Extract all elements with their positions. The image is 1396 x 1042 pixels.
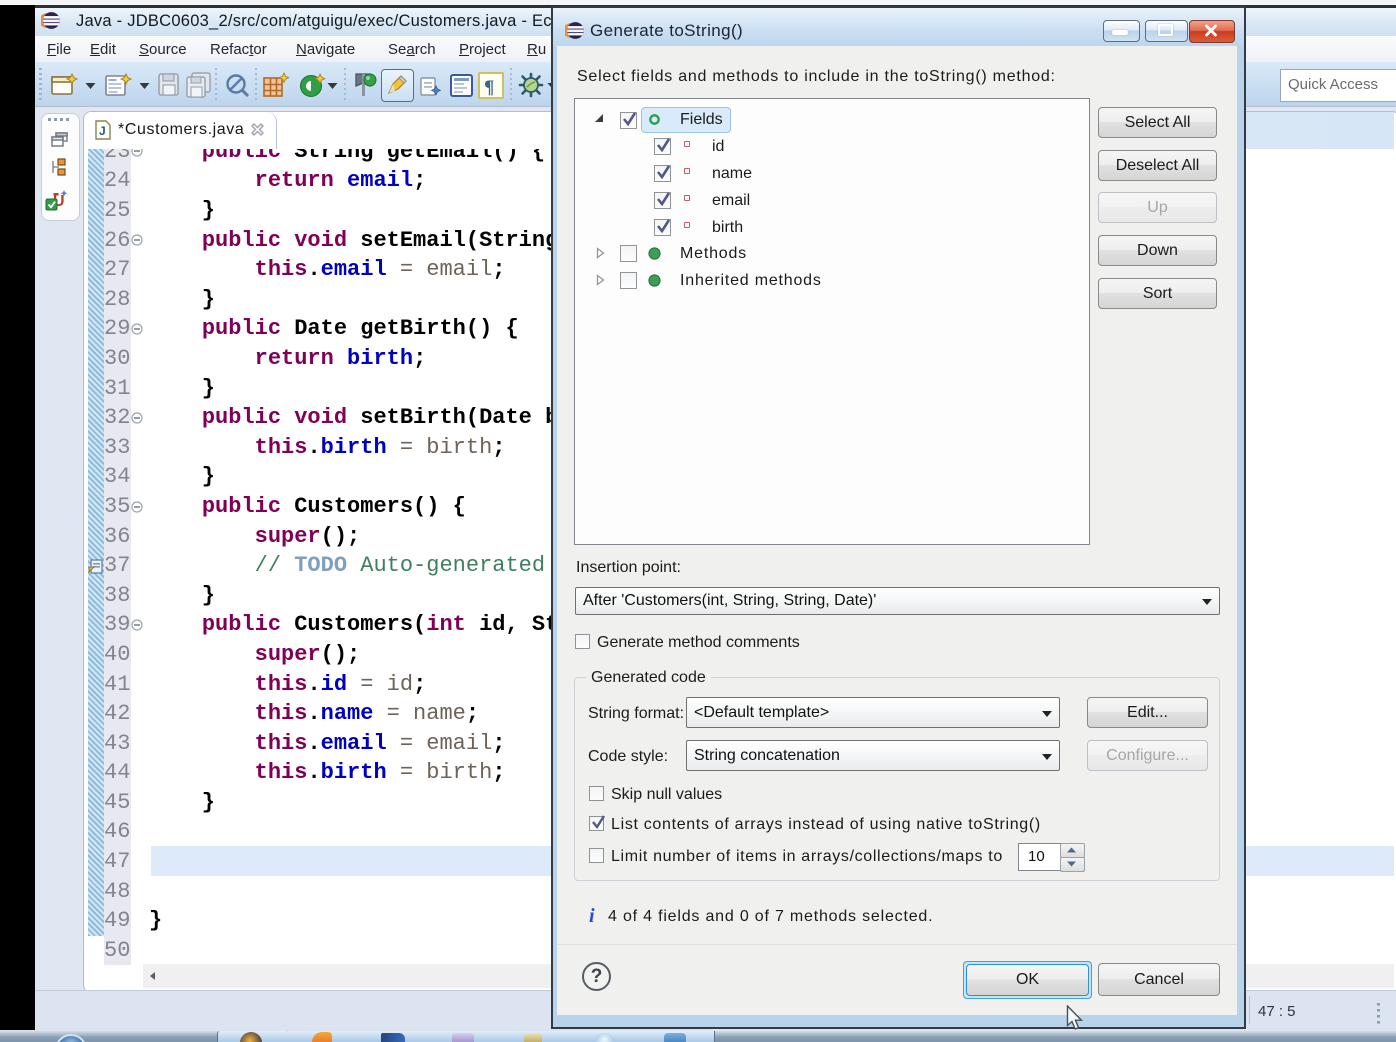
svg-text:J: J [99,124,106,138]
svg-text:¶: ¶ [484,77,494,98]
